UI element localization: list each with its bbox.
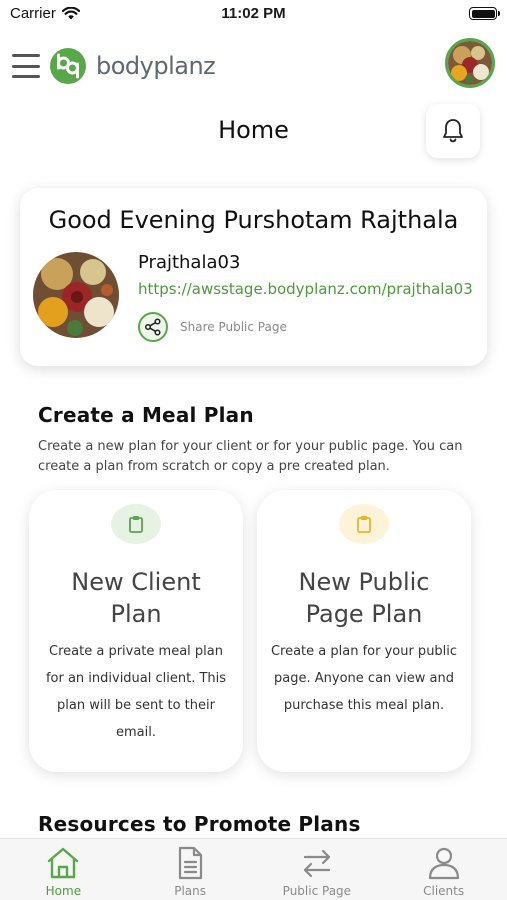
clock: 11:02 PM [221,5,286,22]
public-page-link[interactable]: https://awsstage.bodyplanz.com/prajthala… [138,280,476,298]
plan-card-description: Create a plan for your public page. Anyo… [270,644,458,713]
food-photo-icon [33,252,119,338]
share-label: Share Public Page [180,320,287,334]
clipboard-icon [129,516,143,533]
tab-label: Home [45,884,82,898]
home-icon [48,847,79,879]
plan-card-description: Create a private meal plan for an indivi… [45,644,227,740]
notifications-button[interactable] [426,104,480,158]
user-avatar [33,252,119,338]
share-icon [144,318,161,336]
swap-arrows-icon [303,849,330,878]
brand-name: bodyplanz [96,52,216,80]
plan-card-title: New Client Plan [71,568,201,628]
plan-icon-badge [111,504,161,544]
tab-clients[interactable]: Clients [380,839,507,900]
welcome-card: Good Evening Purshotam Rajthala Prajthal… [20,188,487,366]
share-button-circle [138,312,168,342]
new-client-plan-card[interactable]: New Client Plan Create a private meal pl… [29,490,243,772]
plan-icon-badge [339,504,389,544]
clipboard-icon [357,516,371,533]
greeting-heading: Good Evening Purshotam Rajthala [48,206,459,234]
bell-icon [443,119,463,143]
page-header: Home [0,104,507,158]
tab-home[interactable]: Home [0,839,127,900]
menu-icon[interactable] [12,54,40,78]
tab-label: Clients [423,884,465,898]
status-bar: Carrier 11:02 PM [0,0,507,30]
share-public-page-button[interactable]: Share Public Page [138,312,287,342]
bp-logo-icon [50,48,86,84]
tab-label: Plans [174,884,207,898]
tab-label: Public Page [282,884,352,898]
brand-logo: bodyplanz [50,48,216,84]
battery-icon [469,7,500,20]
document-icon [179,846,203,880]
profile-avatar[interactable] [445,38,495,88]
tab-plans[interactable]: Plans [127,839,254,900]
username: Prajthala03 [138,252,241,273]
tab-public-page[interactable]: Public Page [254,839,381,900]
person-icon [428,847,459,880]
food-photo-icon [448,41,492,85]
resources-section-title: Resources to Promote Plans [38,812,361,836]
top-bar: bodyplanz [0,38,507,98]
meal-plan-description: Create a new plan for your client or for… [38,439,463,474]
plan-card-title: New Public Page Plan [298,568,430,628]
bottom-tab-bar: Home Plans Public Page Clients [0,838,507,900]
new-public-page-plan-card[interactable]: New Public Page Plan Create a plan for y… [257,490,471,772]
meal-plan-section-title: Create a Meal Plan [38,403,254,427]
